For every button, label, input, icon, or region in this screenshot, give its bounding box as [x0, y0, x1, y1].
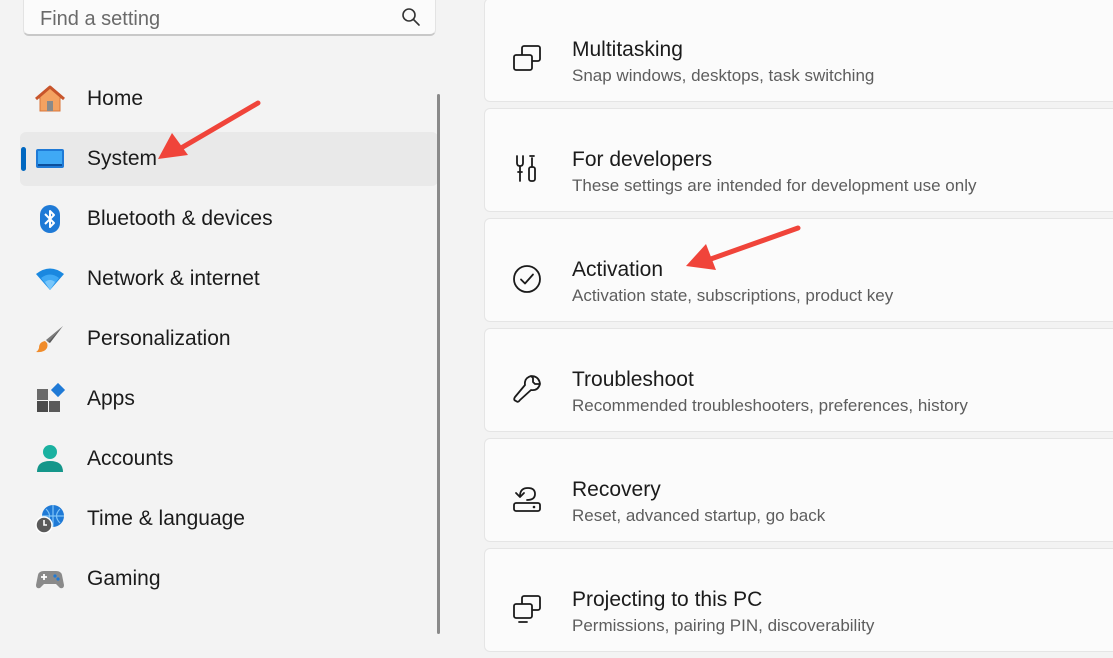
setting-card-multitasking[interactable]: Multitasking Snap windows, desktops, tas…: [484, 0, 1113, 102]
card-title: For developers: [572, 148, 713, 171]
system-icon: [36, 149, 64, 168]
sidebar-item-label: Time & language: [87, 507, 245, 530]
bluetooth-icon: [40, 205, 60, 233]
sidebar-item-label: Accounts: [87, 447, 174, 470]
settings-list: Multitasking Snap windows, desktops, tas…: [484, 0, 1113, 658]
apps-icon: [37, 383, 66, 412]
card-title: Activation: [572, 258, 664, 281]
recovery-icon: [513, 487, 541, 512]
setting-card-recovery[interactable]: Recovery Reset, advanced startup, go bac…: [484, 438, 1113, 542]
card-subtitle: Recommended troubleshooters, preferences…: [572, 396, 968, 415]
developers-icon: [516, 155, 536, 182]
sidebar-item-time-language[interactable]: Time & language: [20, 492, 438, 546]
card-subtitle: These settings are intended for developm…: [572, 176, 977, 195]
card-subtitle: Activation state, subscriptions, product…: [572, 286, 894, 305]
sidebar-item-label: Gaming: [87, 567, 161, 590]
sidebar-item-network-internet[interactable]: Network & internet: [20, 252, 438, 306]
card-title: Recovery: [572, 478, 661, 501]
sidebar-scrollbar[interactable]: [437, 94, 440, 634]
personalization-icon: [36, 326, 63, 353]
card-subtitle: Permissions, pairing PIN, discoverabilit…: [572, 616, 875, 635]
sidebar-nav: Home System Bluetooth & devices Network …: [0, 72, 440, 612]
time-language-icon: [35, 505, 64, 534]
card-subtitle: Snap windows, desktops, task switching: [572, 66, 875, 85]
sidebar-item-label: Personalization: [87, 327, 231, 350]
sidebar-item-label: Home: [87, 87, 144, 110]
sidebar-item-label: System: [87, 147, 158, 170]
setting-card-projecting[interactable]: Projecting to this PC Permissions, pairi…: [484, 548, 1113, 652]
sidebar-item-label: Network & internet: [87, 267, 260, 290]
sidebar-item-label: Bluetooth & devices: [87, 207, 273, 230]
home-icon: [35, 85, 65, 112]
sidebar-item-home[interactable]: Home: [20, 72, 438, 126]
sidebar-item-system[interactable]: System: [20, 132, 438, 186]
search-input[interactable]: [38, 5, 382, 33]
setting-card-troubleshoot[interactable]: Troubleshoot Recommended troubleshooters…: [484, 328, 1113, 432]
sidebar-item-accounts[interactable]: Accounts: [20, 432, 438, 486]
gaming-icon: [36, 571, 64, 589]
search-icon[interactable]: [401, 7, 421, 27]
projecting-icon: [513, 595, 541, 623]
sidebar-item-gaming[interactable]: Gaming: [20, 552, 438, 606]
multitasking-icon: [513, 45, 541, 71]
selection-indicator: [21, 147, 26, 171]
card-title: Projecting to this PC: [572, 588, 763, 611]
card-title: Multitasking: [572, 38, 683, 61]
troubleshoot-icon: [513, 375, 541, 403]
sidebar-item-bluetooth-devices[interactable]: Bluetooth & devices: [20, 192, 438, 246]
sidebar-item-personalization[interactable]: Personalization: [20, 312, 438, 366]
sidebar-item-apps[interactable]: Apps: [20, 372, 438, 426]
setting-card-activation[interactable]: Activation Activation state, subscriptio…: [484, 218, 1113, 322]
setting-card-for-developers[interactable]: For developers These settings are intend…: [484, 108, 1113, 212]
card-subtitle: Reset, advanced startup, go back: [572, 506, 826, 525]
sidebar-item-label: Apps: [87, 387, 135, 410]
activation-icon: [513, 265, 541, 293]
network-icon: [36, 268, 64, 290]
search-box[interactable]: [23, 0, 436, 36]
card-title: Troubleshoot: [572, 368, 694, 391]
accounts-icon: [37, 445, 63, 472]
